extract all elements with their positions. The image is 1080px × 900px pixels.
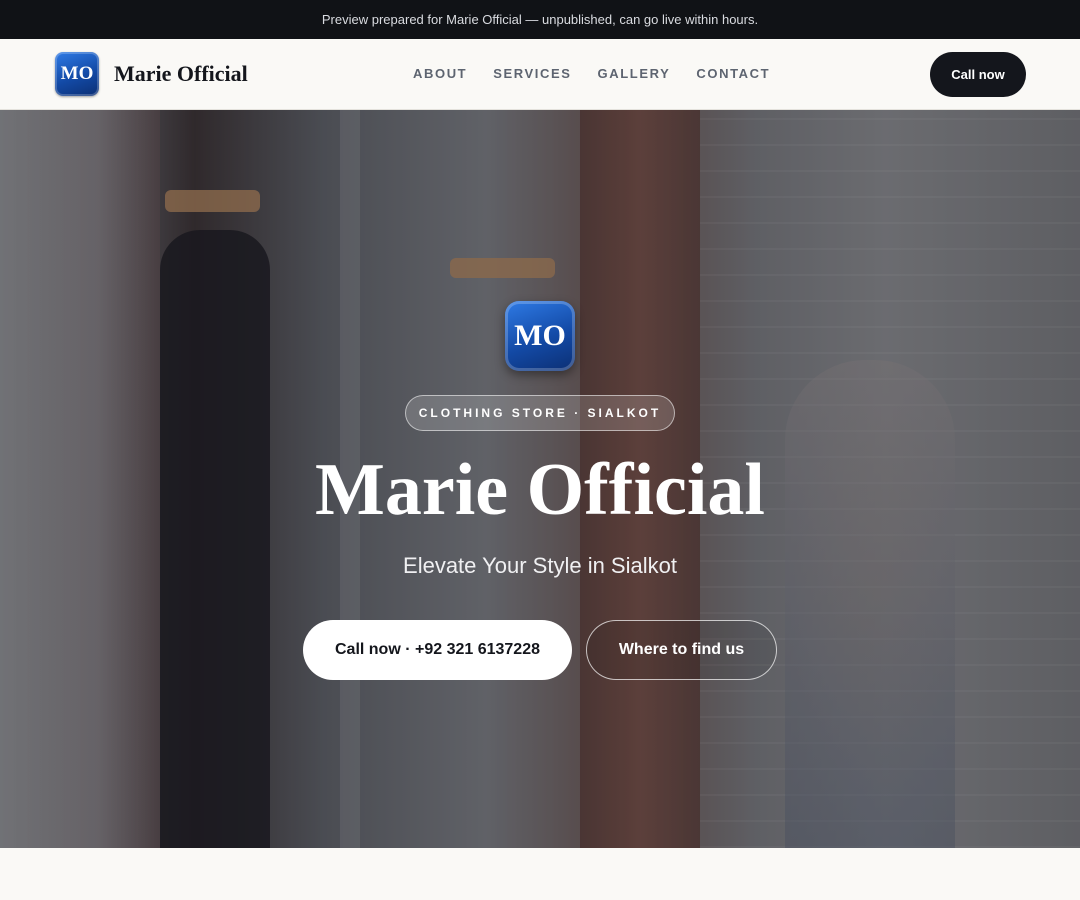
hero-tagline-badge: CLOTHING STORE · SIALKOT — [405, 395, 675, 431]
brand[interactable]: MO Marie Official — [55, 52, 248, 96]
nav-gallery[interactable]: GALLERY — [598, 66, 671, 81]
hero-content: MO CLOTHING STORE · SIALKOT Marie Offici… — [0, 110, 1080, 848]
announcement-text: Preview prepared for Marie Official — un… — [321, 12, 759, 27]
header-call-button[interactable]: Call now — [930, 52, 1026, 97]
brand-name[interactable]: Marie Official — [114, 61, 248, 87]
hero-subtitle: Elevate Your Style in Sialkot — [403, 553, 677, 578]
hero-section: MO CLOTHING STORE · SIALKOT Marie Offici… — [0, 110, 1080, 848]
nav-contact[interactable]: CONTACT — [696, 66, 770, 81]
announcement-bar: Preview prepared for Marie Official — un… — [0, 0, 1080, 39]
hero-logo: MO — [505, 301, 575, 371]
brand-logo[interactable]: MO — [55, 52, 99, 96]
main-nav: ABOUT SERVICES GALLERY CONTACT — [413, 66, 796, 81]
hero-location-button[interactable]: Where to find us — [586, 620, 777, 680]
nav-about[interactable]: ABOUT — [413, 66, 467, 81]
hero-call-button[interactable]: Call now · +92 321 6137228 — [303, 620, 572, 680]
nav-services[interactable]: SERVICES — [493, 66, 571, 81]
site-header: MO Marie Official ABOUT SERVICES GALLERY… — [0, 39, 1080, 110]
hero-title: Marie Official — [315, 449, 765, 531]
